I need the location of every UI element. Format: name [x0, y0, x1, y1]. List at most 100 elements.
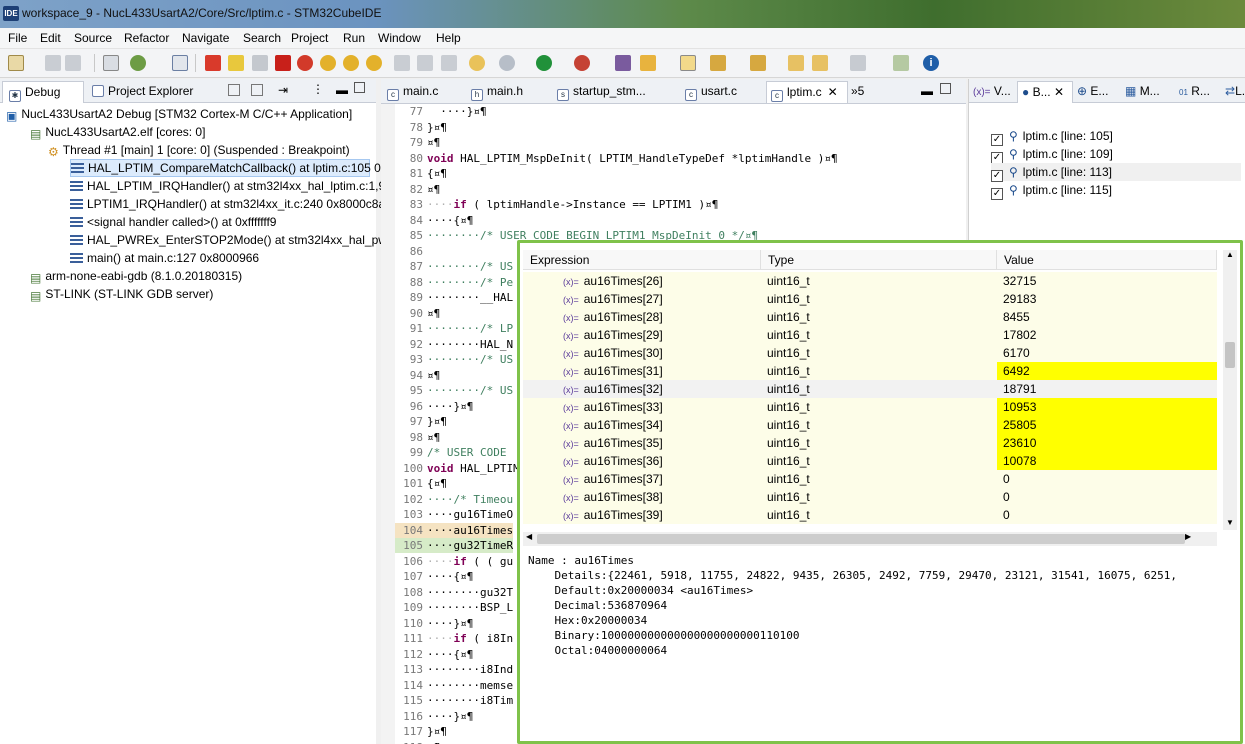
- view-menu-icon[interactable]: ⋮: [312, 82, 324, 96]
- checkbox[interactable]: ✓: [991, 188, 1003, 200]
- drop-to-frame-icon[interactable]: [417, 55, 433, 71]
- save-all-icon[interactable]: [65, 55, 81, 71]
- debug-tree-node[interactable]: ⚙ Thread #1 [main] 1 [core: 0] (Suspended…: [48, 141, 370, 159]
- column-expression[interactable]: Expression: [523, 250, 761, 270]
- value-cell[interactable]: 17802: [997, 326, 1217, 344]
- tab-expressions[interactable]: ⊕ E...: [1077, 81, 1123, 103]
- expression-row[interactable]: (x)= au16Times[27] uint16_t 29183: [523, 290, 1217, 308]
- expression-row[interactable]: (x)= au16Times[37] uint16_t 0: [523, 470, 1217, 488]
- instruction-step-icon[interactable]: [394, 55, 410, 71]
- stack-frame[interactable]: LPTIM1_IRQHandler() at stm32l4xx_it.c:24…: [70, 195, 385, 213]
- value-cell[interactable]: 0: [997, 470, 1217, 488]
- open-type-icon[interactable]: [615, 55, 631, 71]
- minimize-icon[interactable]: ▬: [921, 84, 933, 98]
- value-cell[interactable]: 25805: [997, 416, 1217, 434]
- value-cell[interactable]: 0: [997, 506, 1217, 524]
- tab-breakpoints[interactable]: ● B... ✕: [1017, 81, 1073, 103]
- tab-debug[interactable]: ✱ Debug: [2, 81, 84, 103]
- expression-row[interactable]: (x)= au16Times[26] uint16_t 32715: [523, 272, 1217, 290]
- stack-frame[interactable]: HAL_LPTIM_IRQHandler() at stm32l4xx_hal_…: [70, 177, 385, 195]
- menu-project[interactable]: Project: [291, 31, 328, 45]
- menu-run[interactable]: Run: [343, 31, 365, 45]
- value-cell[interactable]: 29183: [997, 290, 1217, 308]
- scroll-down-icon[interactable]: ▼: [1226, 518, 1234, 527]
- value-cell[interactable]: 6492: [997, 362, 1217, 380]
- hand-icon[interactable]: [469, 55, 485, 71]
- stack-frame[interactable]: <signal handler called>() at 0xfffffff9: [70, 213, 370, 231]
- value-cell[interactable]: 23610: [997, 434, 1217, 452]
- debug-tree-node[interactable]: ▤ NucL433UsartA2.elf [cores: 0]: [30, 123, 370, 141]
- expression-row[interactable]: (x)= au16Times[30] uint16_t 6170: [523, 344, 1217, 362]
- expression-row[interactable]: (x)= au16Times[34] uint16_t 25805: [523, 416, 1217, 434]
- step-return-icon[interactable]: [366, 55, 382, 71]
- step-over-icon[interactable]: [343, 55, 359, 71]
- tab-startup[interactable]: s startup_stm...: [557, 81, 675, 103]
- tab-main-h[interactable]: h main.h: [471, 81, 551, 103]
- pause-icon[interactable]: [252, 55, 268, 71]
- scroll-up-icon[interactable]: ▲: [1226, 250, 1234, 259]
- tab-live[interactable]: ⇄L...: [1225, 81, 1245, 103]
- expression-row[interactable]: (x)= au16Times[31] uint16_t 6492: [523, 362, 1217, 380]
- tab-lptim-c[interactable]: c lptim.c ✕: [766, 81, 848, 103]
- value-cell[interactable]: 10078: [997, 452, 1217, 470]
- value-cell[interactable]: 18791: [997, 380, 1217, 398]
- minimize-icon[interactable]: ▬: [336, 83, 348, 97]
- scroll-thumb[interactable]: [1225, 342, 1235, 368]
- breakpoint-item[interactable]: ✓ ⚲ lptim.c [line: 105]: [991, 127, 1241, 146]
- menu-edit[interactable]: Edit: [40, 31, 61, 45]
- close-icon[interactable]: ✕: [828, 85, 838, 99]
- value-cell[interactable]: 10953: [997, 398, 1217, 416]
- vertical-scrollbar[interactable]: ▲ ▼: [1223, 250, 1237, 530]
- menu-help[interactable]: Help: [436, 31, 461, 45]
- maximize-icon[interactable]: [940, 83, 951, 94]
- save-icon[interactable]: [45, 55, 61, 71]
- expression-row[interactable]: (x)= au16Times[29] uint16_t 17802: [523, 326, 1217, 344]
- perspective-icon[interactable]: [893, 55, 909, 71]
- step-into-icon[interactable]: [320, 55, 336, 71]
- h-scroll-thumb[interactable]: [537, 534, 1185, 544]
- expression-row[interactable]: (x)= au16Times[35] uint16_t 23610: [523, 434, 1217, 452]
- build-icon[interactable]: [130, 55, 146, 71]
- terminate-icon[interactable]: [275, 55, 291, 71]
- menu-file[interactable]: File: [8, 31, 27, 45]
- external-tools-icon[interactable]: [574, 55, 590, 71]
- menu-search[interactable]: Search: [243, 31, 281, 45]
- run-icon[interactable]: [536, 55, 552, 71]
- debug-tree-node[interactable]: ▣ NucL433UsartA2 Debug [STM32 Cortex-M C/…: [6, 105, 370, 123]
- tab-registers[interactable]: 01 R...: [1179, 81, 1223, 103]
- expression-row[interactable]: (x)= au16Times[28] uint16_t 8455: [523, 308, 1217, 326]
- tab-overflow[interactable]: »5: [851, 81, 877, 103]
- back-icon[interactable]: [788, 55, 804, 71]
- value-cell[interactable]: 0: [997, 488, 1217, 506]
- next-annotation-icon[interactable]: [710, 55, 726, 71]
- skip-breakpoints-icon[interactable]: [172, 55, 188, 71]
- print-icon[interactable]: [103, 55, 119, 71]
- expression-row[interactable]: (x)= au16Times[36] uint16_t 10078: [523, 452, 1217, 470]
- scroll-right-icon[interactable]: ▶: [1185, 532, 1191, 541]
- tab-memory[interactable]: ▦ M...: [1125, 81, 1177, 103]
- breakpoint-item[interactable]: ✓ ⚲ lptim.c [line: 113]: [991, 163, 1241, 182]
- expression-row[interactable]: (x)= au16Times[33] uint16_t 10953: [523, 398, 1217, 416]
- column-value[interactable]: Value: [997, 250, 1217, 270]
- debug-tree-node[interactable]: ▤ ST-LINK (ST-LINK GDB server): [30, 285, 370, 303]
- stack-frame[interactable]: HAL_PWREx_EnterSTOP2Mode() at stm32l4xx_…: [70, 231, 391, 249]
- value-cell[interactable]: 8455: [997, 308, 1217, 326]
- reset-icon[interactable]: [441, 55, 457, 71]
- disconnect-icon[interactable]: [297, 55, 313, 71]
- step-filter-icon[interactable]: ⇥: [278, 83, 288, 97]
- nav-forward-icon[interactable]: [850, 55, 866, 71]
- expression-row[interactable]: (x)= au16Times[32] uint16_t 18791: [523, 380, 1217, 398]
- menu-source[interactable]: Source: [74, 31, 112, 45]
- breakpoint-item[interactable]: ✓ ⚲ lptim.c [line: 115]: [991, 181, 1241, 200]
- menu-refactor[interactable]: Refactor: [124, 31, 169, 45]
- tab-usart-c[interactable]: c usart.c: [685, 81, 765, 103]
- horizontal-scrollbar[interactable]: ◀ ▶: [523, 532, 1217, 546]
- tab-project-explorer[interactable]: Project Explorer: [88, 81, 216, 103]
- new-icon[interactable]: [8, 55, 24, 71]
- prev-edit-icon[interactable]: [750, 55, 766, 71]
- menu-navigate[interactable]: Navigate: [182, 31, 229, 45]
- breakpoint-item[interactable]: ✓ ⚲ lptim.c [line: 109]: [991, 145, 1241, 164]
- expression-row[interactable]: (x)= au16Times[38] uint16_t 0: [523, 488, 1217, 506]
- value-cell[interactable]: 32715: [997, 272, 1217, 290]
- value-cell[interactable]: 6170: [997, 344, 1217, 362]
